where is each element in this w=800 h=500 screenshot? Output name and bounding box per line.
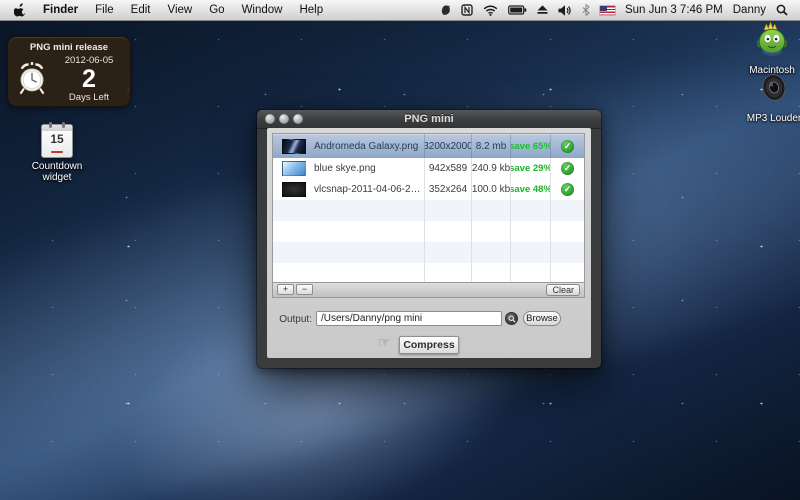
spotlight-search-icon[interactable] [776,4,788,16]
table-row[interactable]: vlcsnap-2011-04-06-20h40m36s165.png 352x… [273,179,584,200]
us-flag-canton [600,6,607,11]
close-button[interactable] [265,114,275,124]
window-title: PNG mini [257,110,601,128]
menu-item-file[interactable]: File [95,4,114,16]
file-dimensions: 352x264 [425,179,472,200]
calendar-month-mark [51,151,63,154]
menu-item-finder[interactable]: Finder [43,4,78,16]
check-icon: ✓ [561,183,574,196]
compress-button[interactable]: Compress [399,336,459,354]
check-icon: ✓ [561,140,574,153]
menu-item-go[interactable]: Go [209,4,224,16]
menubar-user[interactable]: Danny [733,4,766,16]
add-file-button[interactable]: + [277,284,294,295]
countdown-title: PNG mini release [8,42,130,53]
file-name: blue skye.png [314,163,376,174]
file-size: 100.0 kb [472,179,511,200]
mp3-louder-label: MP3 Louder [746,113,800,124]
countdown-widget-panel[interactable]: PNG mini release 2012-06-05 2 Days Left [7,36,131,107]
input-source-icon[interactable] [461,4,473,16]
menubar-clock[interactable]: Sun Jun 3 7:46 PM [625,4,723,16]
calendar-ring-icon [49,122,52,128]
app-status-icon[interactable] [440,4,451,16]
file-thumbnail [282,182,306,197]
table-empty-row[interactable] [273,200,584,221]
menu-item-view[interactable]: View [168,4,193,16]
speaker-icon [756,70,792,105]
window-title-bar[interactable]: PNG mini [257,110,601,129]
menu-bar-status-area: Sun Jun 3 7:46 PM Danny [440,4,800,16]
check-icon: ✓ [561,162,574,175]
table-row[interactable]: Andromeda Galaxy.png 3200x2000 8.2 mb sa… [273,134,584,158]
calendar-widget[interactable]: 15 Countdown widget [28,124,86,183]
battery-icon[interactable] [508,5,527,15]
remove-file-button[interactable]: − [296,284,313,295]
wifi-icon[interactable] [483,5,498,16]
file-save-percent: save 65% [511,134,551,158]
file-size: 8.2 mb [472,134,511,158]
bluetooth-icon[interactable] [582,4,590,16]
calendar-binder [42,125,72,131]
calendar-ring-icon [62,122,65,128]
menu-bar: Finder File Edit View Go Window Help [0,0,800,21]
file-save-percent: save 29% [511,158,551,179]
countdown-body: 2012-06-05 2 Days Left [50,55,128,103]
minimize-button[interactable] [279,114,289,124]
calendar-widget-label: Countdown widget [28,161,86,183]
file-table: Andromeda Galaxy.png 3200x2000 8.2 mb sa… [272,133,585,283]
zoom-button[interactable] [293,114,303,124]
table-footer-bar: + − Clear [272,283,585,298]
calendar-day: 15 [42,132,72,146]
menu-item-window[interactable]: Window [242,4,283,16]
file-name: vlcsnap-2011-04-06-20h40m36s165.png [314,184,424,195]
output-path-input[interactable] [316,311,502,326]
table-row[interactable]: blue skye.png 942x589 240.9 kb save 29% … [273,158,584,179]
menu-bar-left: Finder File Edit View Go Window Help [0,3,323,17]
countdown-days-remaining: 2 [50,66,128,92]
file-dimensions: 942x589 [425,158,472,179]
alarm-clock-icon [15,61,49,102]
browse-button[interactable]: Browse [523,311,561,326]
file-thumbnail [282,161,306,176]
apple-menu-icon[interactable] [14,3,26,17]
file-name: Andromeda Galaxy.png [314,141,418,152]
menu-item-edit[interactable]: Edit [131,4,151,16]
countdown-days-label: Days Left [50,92,128,103]
clear-button[interactable]: Clear [546,284,580,296]
png-mini-window: PNG mini Andromeda Galaxy.png 3200x2000 … [257,110,601,368]
table-empty-row[interactable] [273,263,584,283]
file-thumbnail [282,139,306,154]
desktop: Finder File Edit View Go Window Help [0,0,800,500]
output-search-icon[interactable] [505,312,518,325]
table-empty-row[interactable] [273,221,584,242]
output-label: Output: [267,314,312,325]
us-flag-icon[interactable] [600,6,615,15]
volume-icon[interactable] [558,5,572,16]
desktop-icon-mp3-louder[interactable]: MP3 Louder [746,70,800,124]
menu-item-help[interactable]: Help [299,4,323,16]
file-save-percent: save 48% [511,179,551,200]
window-content-panel: Andromeda Galaxy.png 3200x2000 8.2 mb sa… [267,128,591,358]
pointing-hand-icon: ☞ [378,334,391,351]
file-size: 240.9 kb [472,158,511,179]
eject-icon[interactable] [537,5,548,15]
file-dimensions: 3200x2000 [425,134,472,158]
macintosh-hd-monster-icon [752,20,792,57]
table-empty-row[interactable] [273,242,584,263]
calendar-icon: 15 [41,124,73,158]
